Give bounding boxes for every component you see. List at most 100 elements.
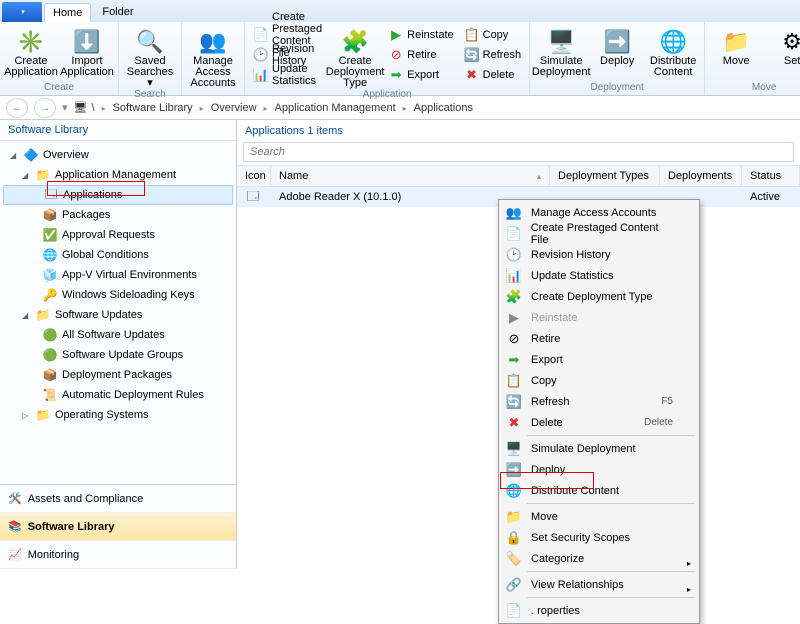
context-menu: 👥Manage Access Accounts 📄Create Prestage…: [498, 199, 700, 624]
ctx-properties[interactable]: 📄. roperties: [501, 600, 697, 621]
sparkle-icon: ✳️: [16, 26, 46, 56]
export-button[interactable]: ➡Export: [386, 66, 455, 84]
ctx-prestaged[interactable]: 📄Create Prestaged Content File: [501, 223, 697, 244]
ctx-revision-history[interactable]: 🕑Revision History: [501, 244, 697, 265]
stats-icon: 📊: [253, 67, 269, 83]
tree-auto-rules[interactable]: 📜Automatic Deployment Rules: [0, 385, 236, 405]
tree-overview[interactable]: ◢🔷Overview: [0, 145, 236, 165]
forward-button[interactable]: →: [34, 98, 56, 118]
deploy-button[interactable]: ➡️Deploy: [592, 24, 642, 78]
set-button[interactable]: ⚙Set: [767, 24, 800, 67]
create-deployment-type-button[interactable]: 🧩Create Deployment Type: [330, 24, 380, 89]
scope-icon: 🔒: [505, 529, 523, 547]
tab-home[interactable]: Home: [44, 3, 91, 22]
tree-update-groups[interactable]: 🟢Software Update Groups: [0, 345, 236, 365]
list-title: Applications 1 items: [237, 120, 800, 142]
ctx-set-security-scopes[interactable]: 🔒Set Security Scopes: [501, 527, 697, 548]
search-input[interactable]: [244, 143, 793, 161]
wunderbar-assets[interactable]: 🛠️Assets and Compliance: [0, 485, 236, 513]
import-application-button[interactable]: ⬇️Import Application: [62, 24, 112, 78]
wunderbar-monitoring[interactable]: 📈Monitoring: [0, 541, 236, 569]
revision-history-button[interactable]: 🕑Revision History: [251, 46, 324, 64]
file-menu-button[interactable]: [2, 2, 42, 22]
tree-app-management[interactable]: ◢📁Application Management: [0, 165, 236, 185]
export-icon: ➡: [388, 67, 404, 83]
reinstate-button[interactable]: ▶Reinstate: [386, 26, 455, 44]
properties-icon: 📄: [505, 602, 523, 620]
ctx-simulate-deployment[interactable]: 🖥️Simulate Deployment: [501, 438, 697, 459]
ctx-update-statistics[interactable]: 📊Update Statistics: [501, 265, 697, 286]
col-name[interactable]: Name▴: [271, 166, 550, 186]
ctx-view-relationships[interactable]: 🔗View Relationships: [501, 574, 697, 595]
tab-folder[interactable]: Folder: [93, 2, 142, 22]
relationship-icon: 🔗: [505, 576, 523, 594]
play-icon: ▶: [388, 27, 404, 43]
back-button[interactable]: ←: [6, 98, 28, 118]
tree-approval-requests[interactable]: ✅Approval Requests: [0, 225, 236, 245]
tree-packages[interactable]: 📦Packages: [0, 205, 236, 225]
tree-sideloading[interactable]: 🔑Windows Sideloading Keys: [0, 285, 236, 305]
simulate-deployment-button[interactable]: 🖥️Simulate Deployment: [536, 24, 586, 78]
ctx-export[interactable]: ➡Export: [501, 349, 697, 370]
ctx-copy[interactable]: 📋Copy: [501, 370, 697, 391]
ctx-move[interactable]: 📁Move: [501, 506, 697, 527]
distribute-icon: 🌐: [658, 26, 688, 56]
group-label-search: Search: [134, 89, 166, 100]
refresh-icon: 🔄: [505, 393, 523, 411]
accounts-icon: 👥: [505, 204, 523, 222]
create-prestaged-button[interactable]: 📄Create Prestaged Content File: [251, 26, 324, 44]
distribute-icon: 🌐: [505, 482, 523, 500]
tree-software-updates[interactable]: ◢📁Software Updates: [0, 305, 236, 325]
search-icon: 🔍: [135, 26, 165, 56]
search-box[interactable]: [243, 142, 794, 162]
copy-button[interactable]: 📋Copy: [462, 26, 524, 44]
row-status: Active: [742, 191, 800, 203]
navigation-pane: Software Library ◢🔷Overview ◢📁Applicatio…: [0, 120, 237, 569]
wunderbar: 🛠️Assets and Compliance 📚Software Librar…: [0, 484, 236, 569]
ctx-distribute-content[interactable]: 🌐Distribute Content: [501, 480, 697, 501]
refresh-button[interactable]: 🔄Refresh: [462, 46, 524, 64]
ctx-create-deployment-type[interactable]: 🧩Create Deployment Type: [501, 286, 697, 307]
col-deployments[interactable]: Deployments: [660, 166, 742, 186]
category-icon: 🏷️: [505, 550, 523, 568]
deployment-type-icon: 🧩: [340, 26, 370, 56]
gear-icon: ⚙: [777, 26, 800, 56]
tree-deployment-packages[interactable]: 📦Deployment Packages: [0, 365, 236, 385]
refresh-icon: 🔄: [464, 47, 480, 63]
group-label-deployment: Deployment: [590, 82, 643, 93]
ctx-deploy[interactable]: ➡️Deploy: [501, 459, 697, 480]
tab-strip: Home Folder: [0, 0, 800, 22]
distribute-content-button[interactable]: 🌐Distribute Content: [648, 24, 698, 78]
column-headers: Icon Name▴ Deployment Types Deployments …: [237, 165, 800, 187]
delete-button[interactable]: ✖Delete: [462, 66, 524, 84]
tree-all-updates[interactable]: 🟢All Software Updates: [0, 325, 236, 345]
retire-icon: ⊘: [388, 47, 404, 63]
wunderbar-software-library[interactable]: 📚Software Library: [0, 513, 236, 541]
delete-icon: ✖: [464, 67, 480, 83]
update-statistics-button[interactable]: 📊Update Statistics: [251, 66, 324, 84]
tree-operating-systems[interactable]: ▷📁Operating Systems: [0, 405, 236, 425]
ctx-manage-access[interactable]: 👥Manage Access Accounts: [501, 202, 697, 223]
tree-appv[interactable]: 🧊App-V Virtual Environments: [0, 265, 236, 285]
ctx-reinstate: ▶Reinstate: [501, 307, 697, 328]
import-icon: ⬇️: [72, 26, 102, 56]
nav-tree: ◢🔷Overview ◢📁Application Management 🗔App…: [0, 141, 236, 484]
create-application-button[interactable]: ✳️Create Application: [6, 24, 56, 78]
ctx-categorize[interactable]: 🏷️Categorize: [501, 548, 697, 569]
manage-access-accounts-button[interactable]: 👥Manage Access Accounts: [188, 24, 238, 89]
file-icon: 📄: [253, 27, 269, 43]
ctx-refresh[interactable]: 🔄RefreshF5: [501, 391, 697, 412]
breadcrumb[interactable]: 🖥 \ Software Library Overview Applicatio…: [74, 101, 473, 114]
stats-icon: 📊: [505, 267, 523, 285]
col-icon[interactable]: Icon: [237, 166, 271, 186]
tree-applications[interactable]: 🗔Applications: [3, 185, 233, 205]
ctx-retire[interactable]: ⊘Retire: [501, 328, 697, 349]
retire-button[interactable]: ⊘Retire: [386, 46, 455, 64]
file-icon: 📄: [505, 225, 523, 243]
saved-searches-button[interactable]: 🔍Saved Searches ▾: [125, 24, 175, 89]
col-deployment-types[interactable]: Deployment Types: [550, 166, 660, 186]
tree-global-conditions[interactable]: 🌐Global Conditions: [0, 245, 236, 265]
move-button[interactable]: 📁Move: [711, 24, 761, 67]
col-status[interactable]: Status: [742, 166, 800, 186]
ctx-delete[interactable]: ✖DeleteDelete: [501, 412, 697, 433]
